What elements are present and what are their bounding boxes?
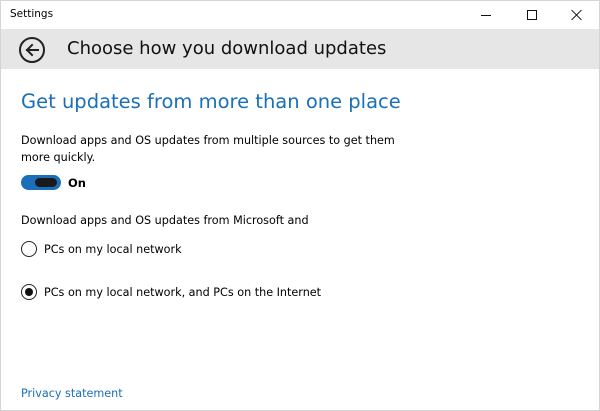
- radio-label[interactable]: PCs on my local network: [44, 243, 182, 256]
- delivery-optimization-toggle[interactable]: [21, 175, 61, 190]
- radio-dot: [25, 288, 33, 296]
- source-options-description: Download apps and OS updates from Micros…: [21, 214, 309, 227]
- delivery-optimization-description: Download apps and OS updates from multip…: [21, 134, 395, 164]
- window-title: Settings: [10, 8, 54, 20]
- minimize-icon: [480, 14, 491, 16]
- back-button[interactable]: [19, 37, 45, 63]
- title-bar[interactable]: Settings: [1, 1, 599, 29]
- settings-window: Settings Choose how you download updates…: [0, 0, 600, 411]
- privacy-statement-link[interactable]: Privacy statement: [21, 387, 123, 400]
- maximize-icon: [526, 10, 537, 20]
- radio-unselected-icon[interactable]: [21, 241, 37, 257]
- page-header: Choose how you download updates: [1, 29, 599, 69]
- close-icon: [571, 9, 583, 21]
- section-title: Get updates from more than one place: [21, 90, 401, 113]
- back-arrow-icon: [25, 43, 39, 57]
- radio-local-and-internet[interactable]: PCs on my local network, and PCs on the …: [21, 284, 321, 300]
- radio-selected-icon[interactable]: [21, 284, 37, 300]
- toggle-knob: [35, 178, 57, 187]
- radio-label[interactable]: PCs on my local network, and PCs on the …: [44, 286, 321, 299]
- radio-local-network[interactable]: PCs on my local network: [21, 241, 182, 257]
- page-title: Choose how you download updates: [67, 38, 387, 59]
- maximize-button[interactable]: [509, 1, 554, 29]
- close-button[interactable]: [554, 1, 599, 29]
- minimize-button[interactable]: [463, 1, 508, 29]
- toggle-state-label: On: [68, 176, 86, 190]
